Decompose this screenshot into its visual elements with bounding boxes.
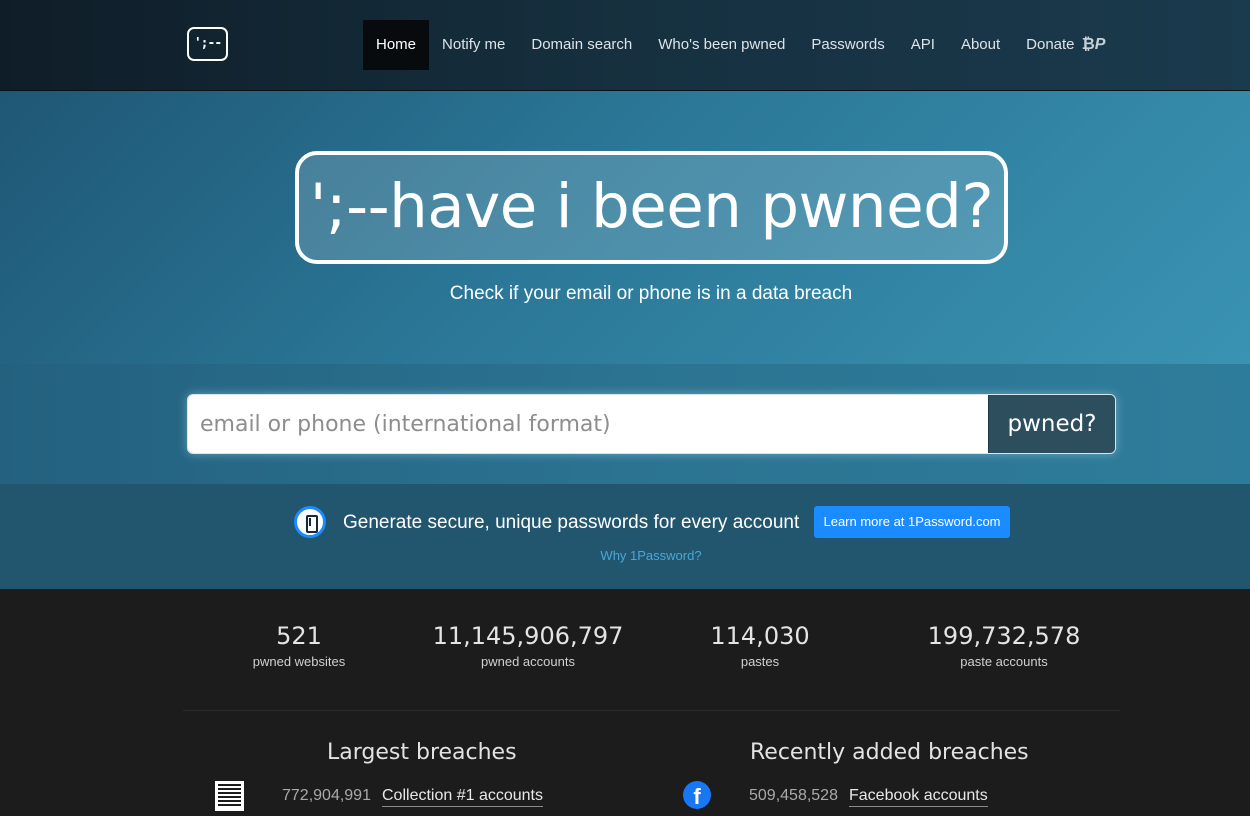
nav-item-whos-been-pwned[interactable]: Who's been pwned: [645, 20, 798, 70]
stat-pwned-accounts: 11,145,906,797 pwned accounts: [408, 622, 648, 669]
nav-item-about[interactable]: About: [948, 20, 1013, 70]
nav-item-api[interactable]: API: [898, 20, 948, 70]
hero-subtitle: Check if your email or phone is in a dat…: [449, 283, 853, 304]
stat-value: 199,732,578: [927, 622, 1081, 650]
why-1password-link[interactable]: Why 1Password?: [0, 548, 1250, 563]
document-icon: [215, 781, 244, 811]
facebook-icon: f: [683, 781, 711, 809]
breach-link[interactable]: Facebook accounts: [849, 787, 988, 807]
nav-item-passwords[interactable]: Passwords: [798, 20, 897, 70]
nav-item-donate[interactable]: Donate ₿P: [1013, 20, 1118, 70]
top-navbar: ';-- Home Notify me Domain search Who's …: [0, 0, 1250, 91]
nav-item-notify-me[interactable]: Notify me: [429, 20, 518, 70]
pwned-button[interactable]: pwned?: [988, 395, 1115, 453]
stats-section: 521 pwned websites 11,145,906,797 pwned …: [0, 589, 1250, 709]
stat-paste-accounts: 199,732,578 paste accounts: [884, 622, 1124, 669]
stat-value: 521: [276, 622, 322, 650]
stat-label: pastes: [740, 654, 780, 669]
breach-count: 772,904,991: [282, 787, 371, 804]
bitcoin-icon: ₿: [1081, 36, 1095, 53]
stat-pwned-websites: 521 pwned websites: [179, 622, 419, 669]
stat-label: pwned accounts: [481, 654, 575, 669]
recent-breaches-title: Recently added breaches: [750, 740, 1029, 765]
search-section: pwned?: [0, 364, 1250, 484]
promo-text: Generate secure, unique passwords for ev…: [343, 512, 800, 533]
largest-breaches-title: Largest breaches: [327, 740, 517, 765]
hero-title: ';--have i been pwned?: [295, 151, 1008, 264]
promo-section: Generate secure, unique passwords for ev…: [0, 484, 1250, 589]
stat-pastes: 114,030 pastes: [640, 622, 880, 669]
donate-label: Donate: [1026, 36, 1075, 53]
stat-value: 11,145,906,797: [432, 622, 624, 650]
search-form: pwned?: [187, 394, 1116, 454]
breach-count: 509,458,528: [749, 787, 838, 804]
section-divider: [183, 710, 1120, 711]
paypal-icon: P: [1094, 36, 1106, 53]
stat-label: pwned websites: [252, 654, 346, 669]
stat-label: paste accounts: [960, 654, 1048, 669]
site-logo[interactable]: ';--: [187, 27, 228, 61]
search-input[interactable]: [188, 395, 988, 453]
onepassword-icon: [294, 506, 326, 538]
hero-section: ';--have i been pwned? Check if your ema…: [0, 91, 1250, 364]
nav-item-home[interactable]: Home: [363, 20, 430, 70]
stat-value: 114,030: [710, 622, 810, 650]
learn-more-button[interactable]: Learn more at 1Password.com: [814, 506, 1010, 538]
breach-link[interactable]: Collection #1 accounts: [382, 787, 543, 807]
nav-item-domain-search[interactable]: Domain search: [518, 20, 645, 70]
main-nav: Home Notify me Domain search Who's been …: [363, 20, 1118, 70]
